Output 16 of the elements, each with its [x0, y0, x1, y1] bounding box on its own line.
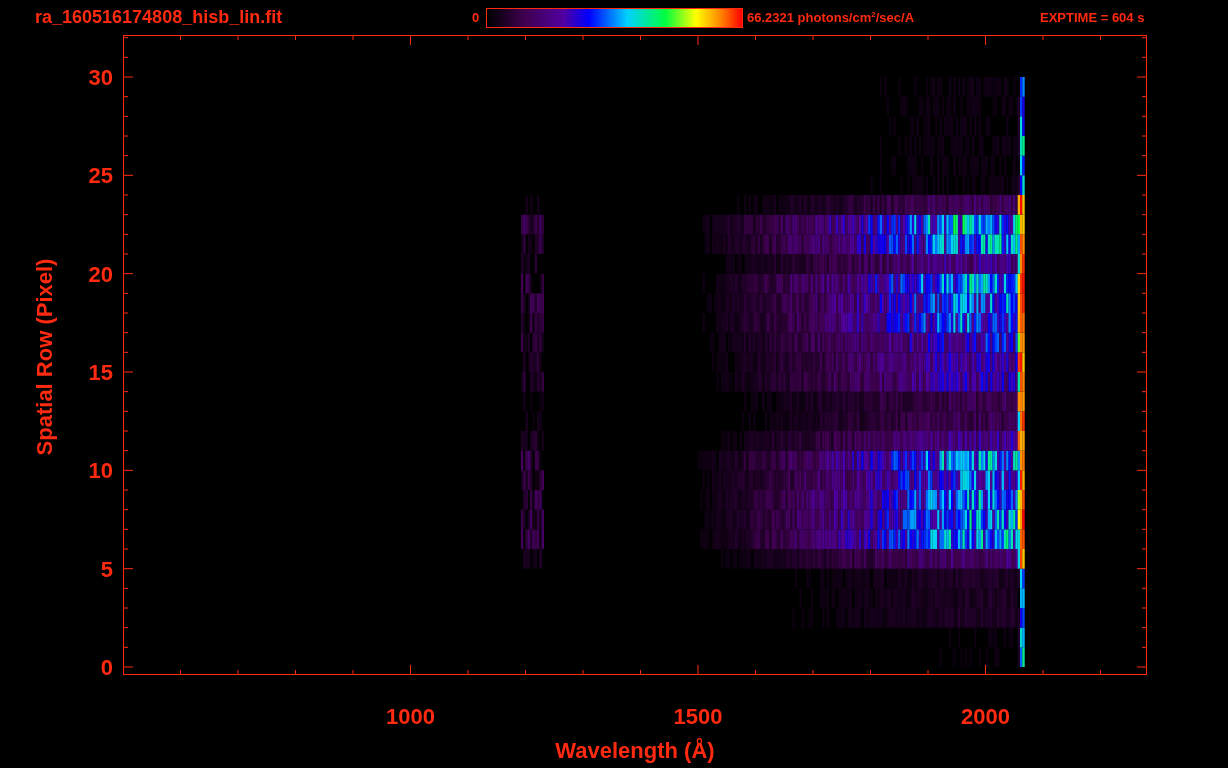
y-tick-label: 20	[88, 261, 113, 287]
y-tick-label: 15	[88, 360, 113, 385]
y-tick-label: 0	[100, 655, 113, 680]
y-axis-title: Spatial Row (Pixel)	[32, 258, 57, 456]
colorbar-min-label: 0	[472, 10, 481, 25]
colorbar-max-label: 66.2321 photons/cm$^{2}$/sec/A	[747, 9, 916, 26]
x-tick-label: 1000	[386, 704, 435, 729]
y-tick-label: 10	[88, 458, 113, 484]
y-tick-label: 30	[88, 65, 113, 90]
exposure-time: EXPTIME = 604 s	[1040, 10, 1145, 25]
file-name: ra_160516174808_hisb_lin.fit	[35, 7, 284, 28]
x-tick-label: 2000	[961, 704, 1010, 729]
y-tick-label: 25	[88, 163, 113, 189]
y-tick-label: 5	[100, 556, 113, 582]
x-axis-title: Wavelength (Å)	[555, 738, 715, 763]
x-tick-label: 1500	[673, 704, 723, 729]
